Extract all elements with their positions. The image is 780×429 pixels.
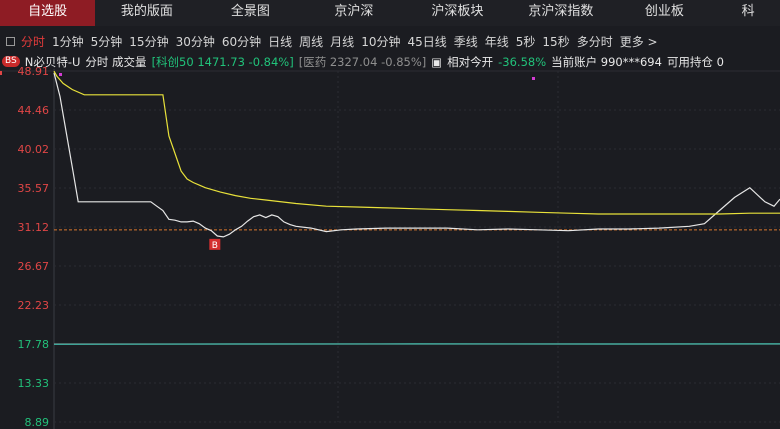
price-edge-marker [0, 71, 2, 75]
y-tick-label: 13.33 [18, 377, 50, 390]
y-tick-label: 44.46 [18, 104, 50, 117]
y-tick-label: 22.23 [18, 299, 50, 312]
intraday-chart[interactable]: 48.91 44.46 40.02 35.57 31.12 26.67 22.23 17.78… [0, 0, 780, 429]
y-tick-label: 31.12 [18, 221, 50, 234]
top-marker [532, 77, 535, 80]
series-line-1 [53, 70, 780, 215]
top-marker [59, 73, 62, 76]
buy-marker-label: B [212, 241, 218, 251]
y-tick-label: 40.02 [18, 143, 50, 156]
y-tick-label: 48.91 [18, 65, 50, 78]
y-tick-label: 8.89 [25, 416, 50, 429]
y-tick-label: 17.78 [18, 338, 50, 351]
y-tick-label: 35.57 [18, 182, 50, 195]
y-tick-label: 26.67 [18, 260, 50, 273]
